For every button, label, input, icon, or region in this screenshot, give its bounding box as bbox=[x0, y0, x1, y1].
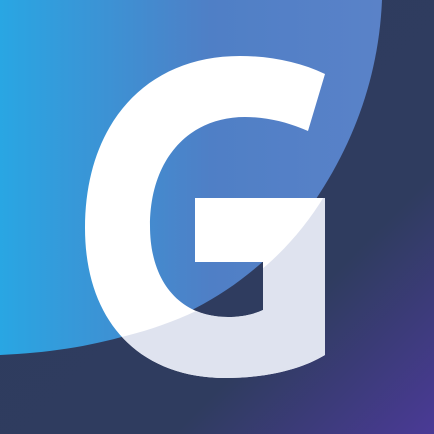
g-logo-icon bbox=[0, 0, 434, 434]
app-icon bbox=[0, 0, 434, 434]
